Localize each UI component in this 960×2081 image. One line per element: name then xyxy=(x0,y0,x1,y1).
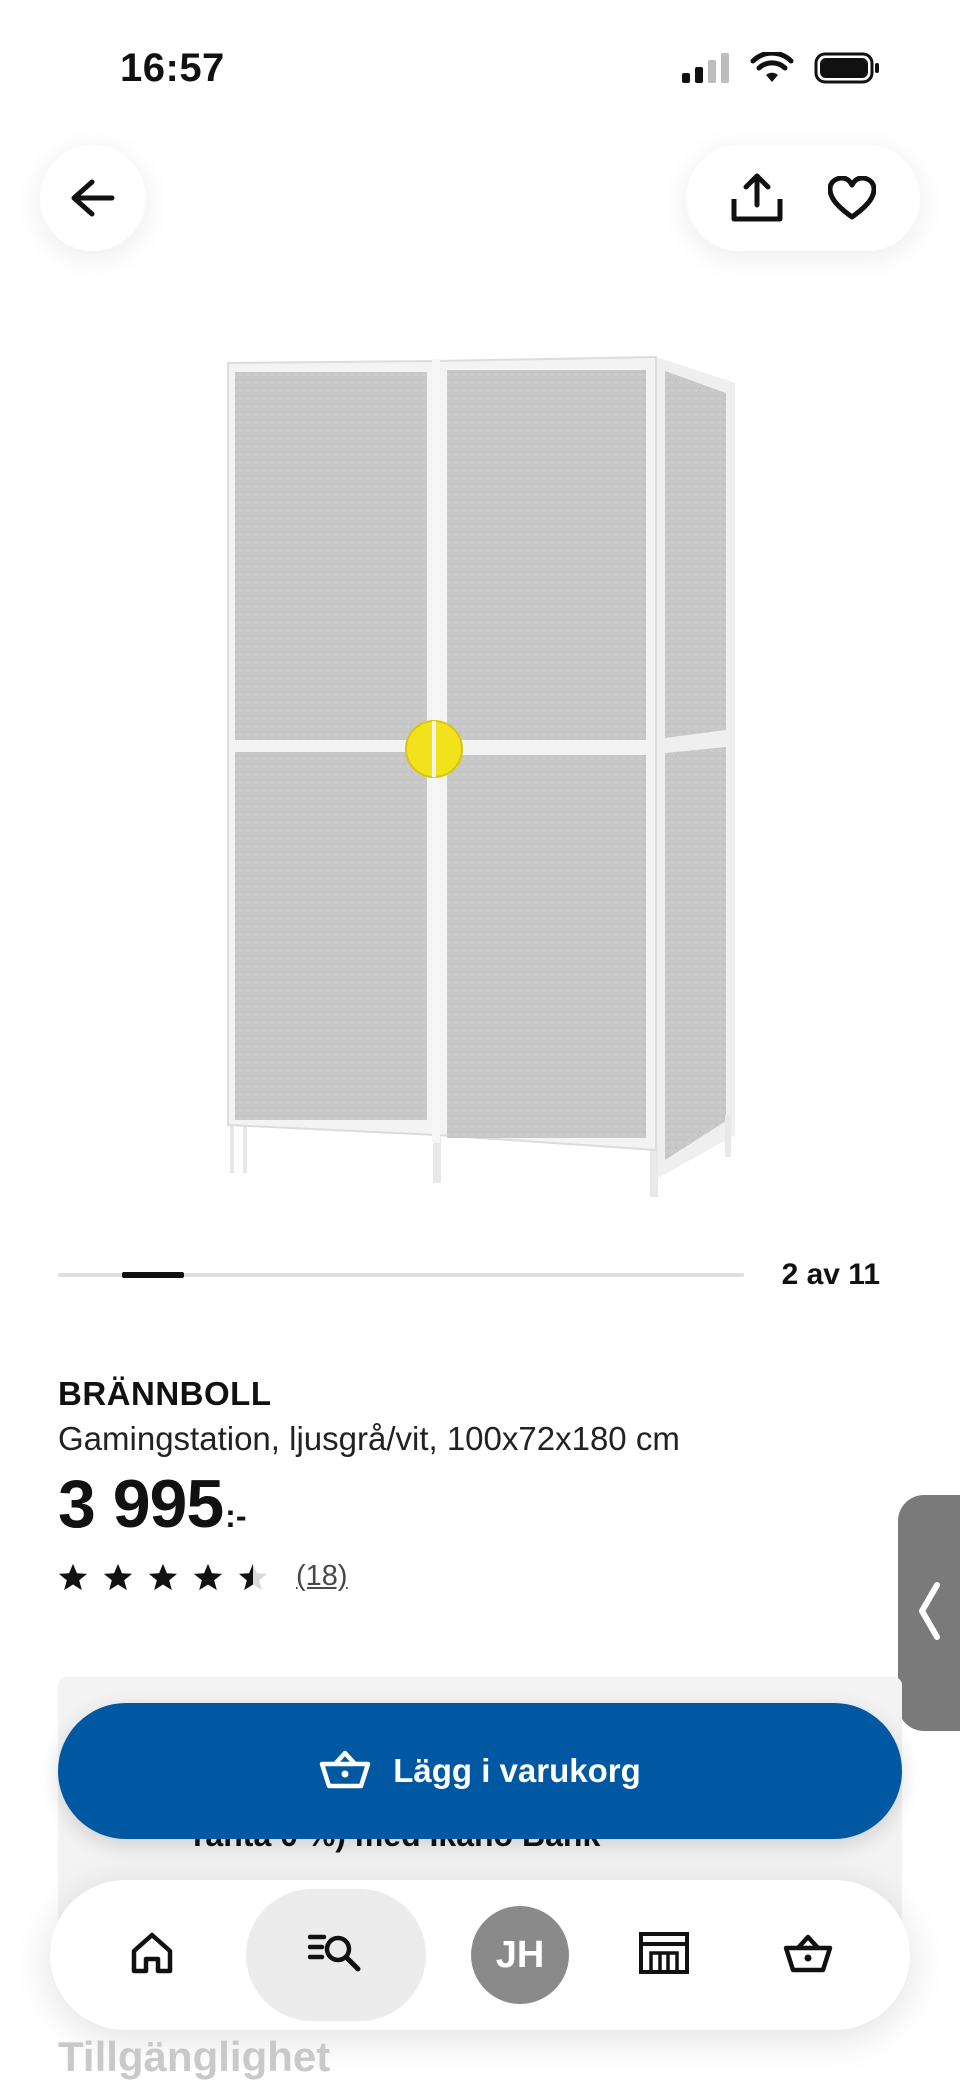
carousel-counter: 2 av 11 xyxy=(781,1258,880,1291)
accessibility-heading: Tillgänglighet xyxy=(58,2033,331,2080)
nav-cart[interactable] xyxy=(758,1905,858,2005)
star-rating xyxy=(58,1562,268,1592)
battery-icon xyxy=(814,52,879,84)
basket-icon xyxy=(319,1749,371,1794)
nav-search[interactable] xyxy=(246,1889,426,2021)
price-suffix: :- xyxy=(225,1498,247,1534)
nav-home[interactable] xyxy=(102,1905,202,2005)
star-icon xyxy=(193,1563,223,1590)
wifi-icon xyxy=(750,52,794,82)
status-icons xyxy=(682,52,880,84)
status-time: 16:57 xyxy=(120,46,225,90)
carousel-progress xyxy=(58,1272,744,1278)
product-brand: BRÄNNBOLL xyxy=(58,1375,272,1412)
search-list-icon xyxy=(307,1931,364,1980)
share-icon[interactable] xyxy=(730,173,784,223)
star-icon xyxy=(103,1563,133,1590)
chevron-left-icon xyxy=(917,1581,941,1646)
product-image[interactable] xyxy=(210,345,750,1205)
product-price: 3 995 :- xyxy=(58,1465,246,1543)
nav-store[interactable] xyxy=(614,1905,714,2005)
home-icon xyxy=(130,1931,174,1980)
star-icon xyxy=(148,1563,178,1590)
star-icon xyxy=(238,1563,268,1590)
avatar: JH xyxy=(471,1906,569,2004)
product-rating[interactable]: (18) xyxy=(58,1560,348,1593)
product-description: Gamingstation, ljusgrå/vit, 100x72x180 c… xyxy=(58,1420,680,1457)
heart-icon[interactable] xyxy=(828,176,876,220)
arrow-left-icon xyxy=(70,178,116,218)
add-to-cart-label: Lägg i varukorg xyxy=(393,1752,641,1789)
basket-icon xyxy=(783,1933,833,1978)
side-drawer-tab[interactable] xyxy=(898,1495,960,1731)
review-count-link[interactable]: (18) xyxy=(296,1560,348,1593)
price-amount: 3 995 xyxy=(58,1466,224,1542)
signal-icon xyxy=(682,53,729,83)
back-button[interactable] xyxy=(40,145,146,251)
star-icon xyxy=(58,1563,88,1590)
header-actions xyxy=(686,145,920,251)
store-icon xyxy=(638,1931,690,1980)
nav-profile[interactable]: JH xyxy=(470,1905,570,2005)
carousel-thumb xyxy=(122,1272,184,1278)
add-to-cart-button[interactable]: Lägg i varukorg xyxy=(58,1703,902,1839)
bottom-navigation: JH xyxy=(50,1880,910,2030)
